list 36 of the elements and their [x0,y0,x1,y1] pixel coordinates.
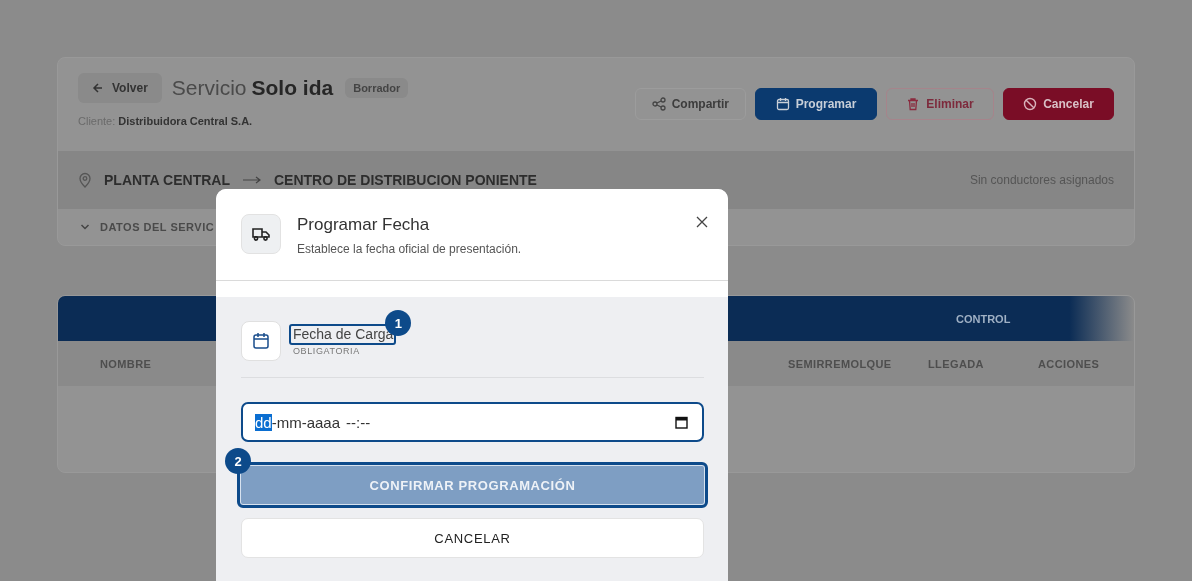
column-header: LLEGADA [928,357,985,370]
dialog-subtitle: Establece la fecha oficial de presentación. [297,242,523,256]
share-button[interactable]: Compartir [634,88,746,120]
status-badge: Borrador [345,78,409,98]
details-toggle[interactable]: DATOS DEL SERVIC [100,221,215,233]
required-hint: OBLIGATORIA [293,346,361,356]
cancel-button[interactable]: CANCELAR [241,518,704,558]
chevron-down-icon [80,223,90,231]
group-header-label: CONTROL [956,312,1011,325]
cancel-button[interactable]: Cancelar [1003,88,1114,120]
arrow-left-icon [92,82,104,94]
map-pin-icon [78,172,92,188]
route-origin: PLANTA CENTRAL [104,172,230,188]
page-title-prefix: Servicio [171,76,247,100]
close-button[interactable] [696,216,708,228]
column-header: ACCIONES [1038,357,1101,370]
date-time-field[interactable]: dd-mm-aaaa --:-- [241,402,704,442]
share-icon [651,97,666,111]
schedule-button[interactable]: Programar [755,88,877,120]
column-header: SEMIRREMOLQUE [788,357,893,370]
back-button[interactable]: Volver [78,73,162,103]
client-name: Distribuidora Central S.A. [118,115,253,127]
delete-button[interactable]: Eliminar [886,88,994,120]
trash-icon [906,97,921,111]
route-destination: CENTRO DE DISTRIBUCION PONIENTE [274,172,537,188]
arrow-right-icon [242,175,262,185]
prohibited-icon [1023,97,1038,111]
calendar-icon [775,97,790,111]
column-header: NOMBRE [100,357,152,370]
truck-icon [241,214,281,254]
annotation-badge: 2 [225,448,251,474]
calendar-picker-icon[interactable] [675,415,688,429]
page-title: Solo ida [251,76,334,100]
calendar-icon [241,321,281,361]
dialog-title: Programar Fecha [297,215,431,235]
selected-date-segment[interactable]: dd [255,413,272,431]
